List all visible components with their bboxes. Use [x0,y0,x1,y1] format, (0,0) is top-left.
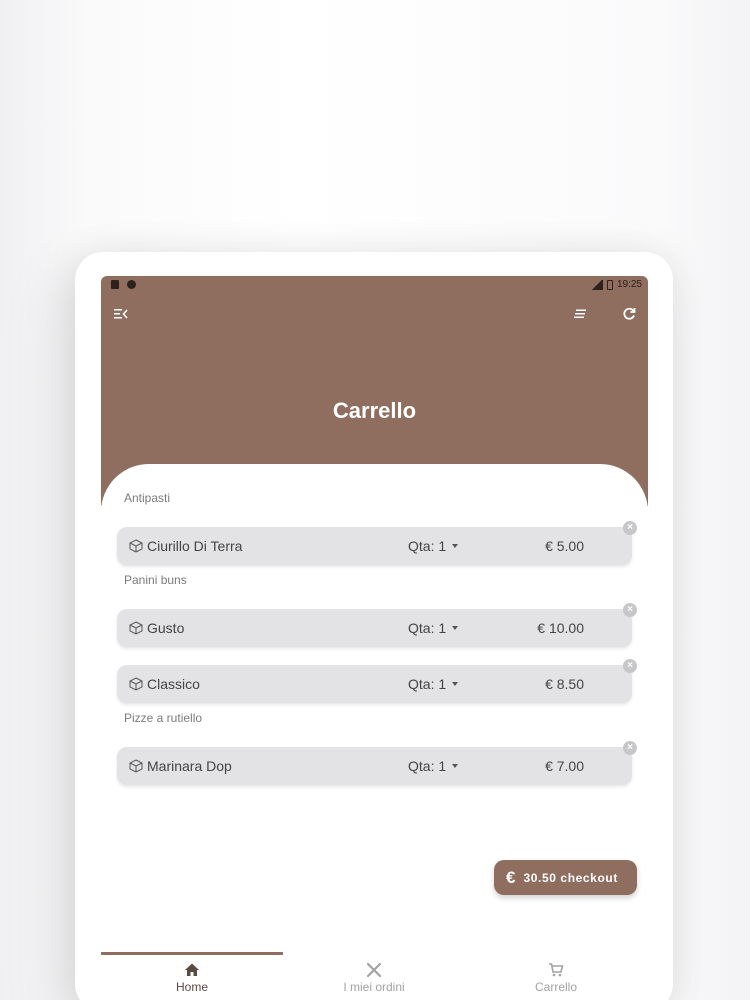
quantity-dropdown[interactable]: Qta: 1 [408,538,459,554]
nav-item-orders[interactable]: I miei ordini [283,962,465,994]
package-icon [129,539,143,553]
quantity-dropdown[interactable]: Qta: 1 [408,676,459,692]
item-name: Ciurillo Di Terra [147,538,243,554]
item-price: € 7.00 [545,758,584,774]
bottom-navigation: Home I miei ordini Carrello [101,952,648,1000]
sd-card-icon [111,280,119,289]
cart-item[interactable]: Gusto Qta: 1 € 10.00 × [117,603,637,647]
item-price: € 10.00 [537,620,584,636]
quantity-dropdown[interactable]: Qta: 1 [408,620,459,636]
package-icon [129,621,143,635]
package-icon [129,677,143,691]
cart-icon [548,962,564,978]
cart-item[interactable]: Marinara Dop Qta: 1 € 7.00 × [117,741,637,785]
checkout-label: 30.50 checkout [523,870,618,885]
utensils-icon [366,962,382,978]
remove-item-button[interactable]: × [623,659,637,673]
notification-icon [127,280,136,289]
quantity-label: Qta: 1 [408,676,447,692]
item-name: Marinara Dop [147,758,232,774]
page-title: Carrello [332,398,417,423]
status-bar: 19:25 [101,276,648,294]
home-icon [184,962,200,978]
nav-item-home[interactable]: Home [101,962,283,994]
caret-down-icon [452,544,459,548]
refresh-icon[interactable] [621,306,637,322]
checkout-button[interactable]: € 30.50 checkout [494,860,637,895]
signal-icon [590,279,603,290]
caret-down-icon [452,764,459,768]
active-tab-indicator [101,952,283,955]
list-icon[interactable] [572,306,588,322]
remove-item-button[interactable]: × [623,603,637,617]
nav-label-orders: I miei ordini [343,980,405,994]
cart-item[interactable]: Classico Qta: 1 € 8.50 × [117,659,637,703]
quantity-dropdown[interactable]: Qta: 1 [408,758,459,774]
package-icon [129,759,143,773]
item-price: € 8.50 [545,676,584,692]
section-label-antipasti: Antipasti [124,491,171,505]
battery-icon [606,279,613,290]
item-price: € 5.00 [545,538,584,554]
item-name: Classico [147,676,200,692]
menu-collapse-icon[interactable] [113,306,129,322]
quantity-label: Qta: 1 [408,538,447,554]
remove-item-button[interactable]: × [623,521,637,535]
nav-label-home: Home [175,980,208,994]
caret-down-icon [452,682,459,686]
nav-item-cart[interactable]: Carrello [465,962,647,994]
quantity-label: Qta: 1 [408,620,447,636]
cart-sheet: Antipasti Ciurillo Di Terra Qta: 1 € 5.0… [101,464,648,1000]
euro-icon: € [506,867,516,887]
app-screen: 19:25 Carrello Antipasti Ciurillo Di Ter… [101,276,648,1000]
quantity-label: Qta: 1 [408,758,447,774]
caret-down-icon [452,626,459,630]
nav-label-cart: Carrello [534,980,577,994]
remove-item-button[interactable]: × [623,741,637,755]
status-time: 19:25 [616,279,642,290]
section-label-panini: Panini buns [124,573,187,587]
cart-item[interactable]: Ciurillo Di Terra Qta: 1 € 5.00 × [117,521,637,565]
item-name: Gusto [147,620,185,636]
section-label-pizze: Pizze a rutiello [124,711,203,725]
